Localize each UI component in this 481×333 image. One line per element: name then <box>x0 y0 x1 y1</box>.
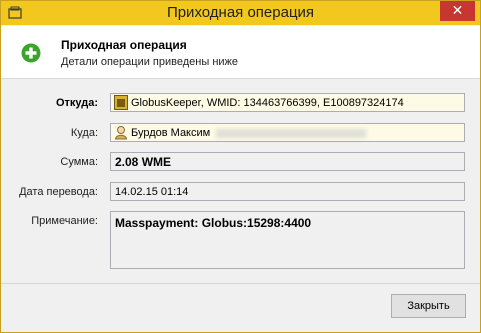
dialog-header: Приходная операция Детали операции приве… <box>1 26 480 79</box>
close-button[interactable]: Закрыть <box>391 294 466 318</box>
note-value: Masspayment: Globus:15298:4400 <box>115 216 312 230</box>
amount-value: 2.08 WME <box>115 155 172 169</box>
amount-label: Сумма: <box>60 156 98 168</box>
person-icon <box>114 126 128 140</box>
note-label: Примечание: <box>31 215 98 227</box>
to-label: Куда: <box>70 127 98 139</box>
plus-icon <box>21 43 41 63</box>
note-field[interactable]: Masspayment: Globus:15298:4400 <box>110 211 465 269</box>
date-value: 14.02.15 01:14 <box>115 186 189 198</box>
redacted-area <box>216 128 367 138</box>
date-label: Дата перевода: <box>19 186 98 198</box>
dialog-window: Приходная операция ✕ Приходная операция … <box>0 0 481 333</box>
header-title: Приходная операция <box>61 38 187 52</box>
divider <box>1 283 480 284</box>
to-value: Бурдов Максим <box>131 127 211 139</box>
from-value: GlobusKeeper, WMID: 134463766399, E10089… <box>131 97 404 109</box>
to-field[interactable]: Бурдов Максим <box>110 123 465 142</box>
amount-field[interactable]: 2.08 WME <box>110 152 465 171</box>
from-label: Откуда: <box>55 97 98 109</box>
header-subtitle: Детали операции приведены ниже <box>61 56 239 68</box>
keeper-icon <box>114 95 128 110</box>
title-bar[interactable]: Приходная операция ✕ <box>1 1 480 25</box>
from-field[interactable]: GlobusKeeper, WMID: 134463766399, E10089… <box>110 93 465 112</box>
window-title: Приходная операция <box>166 4 315 21</box>
close-window-button[interactable]: ✕ <box>440 1 475 21</box>
date-field[interactable]: 14.02.15 01:14 <box>110 182 465 201</box>
